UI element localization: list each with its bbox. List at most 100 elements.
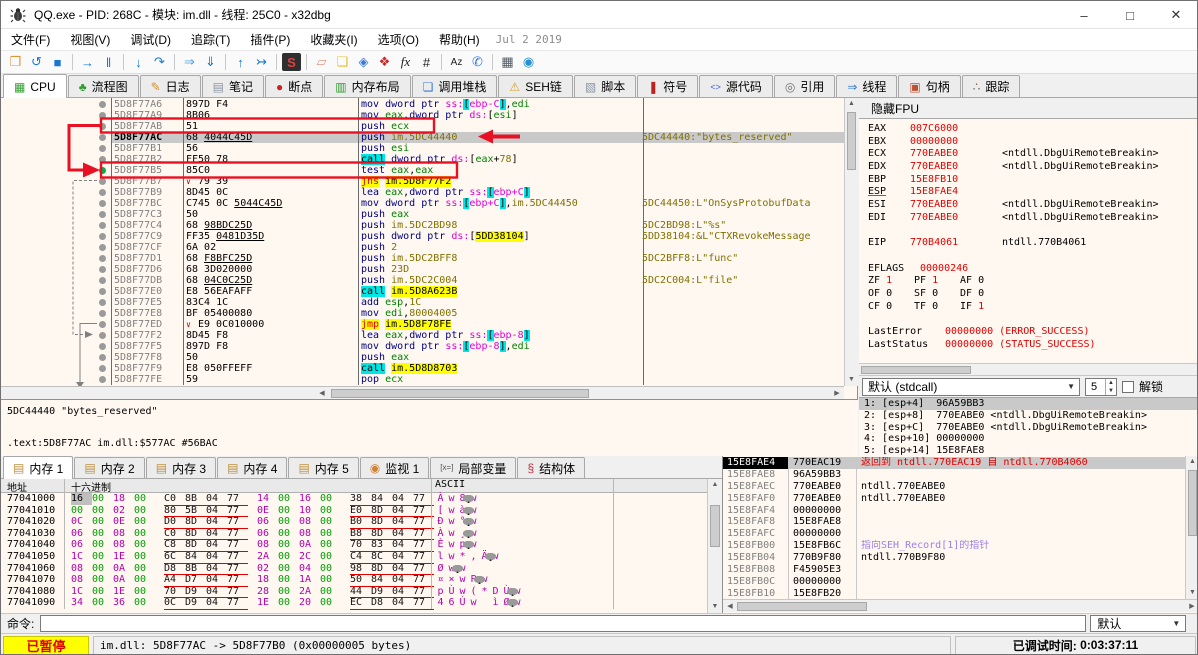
dump-byte[interactable]: 00 [278,586,299,598]
tab-memory-5[interactable]: ▤ 内存 5 [288,457,359,478]
tab-call-stack[interactable]: ❏ 调用堆栈 [411,75,498,97]
dump-byte[interactable]: 04 [392,597,413,609]
dump-byte[interactable]: 04 [392,551,413,563]
dump-row[interactable]: 77041080 1C 00 1E 00 70 D9 04 77 28 00 2A 00 44 D9 04 77… [1,586,707,599]
dump-byte[interactable]: EC [350,597,371,609]
tab-symbols[interactable]: ❚ 符号 [637,75,699,97]
options-globe-icon[interactable]: ◉ [518,52,539,72]
dump-byte[interactable]: 5B [185,505,206,517]
dump-byte[interactable]: 00 [278,563,299,575]
dump-byte[interactable]: 8D [371,528,392,540]
restart-icon[interactable]: ↺ [26,52,47,72]
disasm-vscrollbar[interactable]: ▲ ▼ [844,98,858,386]
tab-memory-2[interactable]: ▤ 内存 2 [74,457,145,478]
disasm-row[interactable]: 5D8F77AB 51 push ecx [1,121,844,132]
dump-byte[interactable]: 04 [206,528,227,540]
dump-byte[interactable]: 00 [320,574,341,586]
dump-byte[interactable]: 04 [299,563,320,575]
dump-byte[interactable]: 77 [227,586,248,598]
dump-byte[interactable]: B0 [350,516,371,528]
labels-icon[interactable]: ◈ [353,52,374,72]
dump-byte[interactable]: 00 [278,551,299,563]
dump-byte[interactable]: 04 [206,597,227,609]
row-dot[interactable] [99,189,106,196]
row-dot[interactable] [99,365,106,372]
dump-byte[interactable]: 77 [227,563,248,575]
stack-hscrollbar[interactable]: ◀ ▶ [723,599,1197,612]
dump-byte[interactable]: 04 [392,505,413,517]
disasm-row[interactable]: 5D8F77E5 83C4 1C add esp,1C [1,297,844,308]
tab-references[interactable]: ◎ 引用 [773,75,836,97]
dump-byte[interactable]: 00 [134,597,155,609]
dump-byte[interactable]: 00 [92,586,113,598]
breakpoint-dot[interactable] [99,167,106,174]
tab-trace[interactable]: ∴ 跟踪 [961,75,1021,97]
row-dot[interactable] [99,354,106,361]
disasm-row[interactable]: 5D8F77B7 ∨ 79 39 jns im.5D8F77F2 [1,176,844,187]
dump-byte[interactable]: D0 [164,516,185,528]
dump-byte[interactable]: 04 [392,539,413,551]
dump-row[interactable]: 77041030 06 00 08 00 C0 8D 04 77 06 00 08 00 B8 8D 04 77… [1,528,707,541]
call-argument-row[interactable]: 1: [esp+4] 96A59BB3 [859,398,1197,410]
dump-byte[interactable]: 38 [350,493,371,505]
menu-item[interactable]: 文件(F) [1,28,60,51]
tab-threads[interactable]: ⇒ 线程 [836,75,898,97]
disasm-row[interactable]: 5D8F77D6 68 3D020000 push 23D [1,264,844,275]
dump-row[interactable]: 77041090 34 00 36 00 0C D9 04 77 1E 00 20 00 EC D8 04 77… [1,597,707,610]
disasm-row[interactable]: 5D8F77C9 FF35 0481D35D push dword ptr ds:[… [1,231,844,242]
run-to-user-code-icon[interactable]: ↣ [251,52,272,72]
row-dot[interactable] [99,222,106,229]
dump-byte[interactable]: D7 [185,574,206,586]
dump-byte[interactable]: 77 [227,516,248,528]
row-dot[interactable] [99,123,106,130]
dump-byte[interactable]: 16 [299,493,320,505]
stack-row[interactable]: 15E8FB00 15E8FB6C 指向SEH_Record[1]的指针 [723,540,1185,553]
tab-script[interactable]: ▧ 脚本 [573,75,637,97]
attach-icon[interactable]: ✆ [467,52,488,72]
dump-byte[interactable]: 77 [227,505,248,517]
stack-row[interactable]: 15E8FAF8 15E8FAE8 [723,516,1185,529]
stack-row[interactable]: 15E8FAF4 00000000 [723,504,1185,517]
dump-byte[interactable]: 2C [299,551,320,563]
dump-byte[interactable]: C4 [350,551,371,563]
dump-byte[interactable]: 00 [134,574,155,586]
row-dot[interactable] [99,255,106,262]
menu-item[interactable]: 调试(D) [120,28,181,51]
disasm-row[interactable]: 5D8F77A9 8B06 mov eax,dword ptr ds:[esi] [1,110,844,121]
dump-row[interactable]: 77041060 08 00 0A 00 D8 8B 04 77 02 00 04 00 98 8D 04 77… [1,563,707,576]
row-dot[interactable] [99,277,106,284]
disasm-row[interactable]: 5D8F77B5 85C0 test eax,eax [1,165,844,176]
dump-byte[interactable]: 04 [206,516,227,528]
dump-byte[interactable]: 50 [350,574,371,586]
row-dot[interactable] [99,134,106,141]
call-argument-row[interactable]: 3: [esp+C] 770EABE0 <ntdll.DbgUiRemoteBr… [859,422,1197,434]
dump-row[interactable]: 77041000 16 00 18 00 C0 8B 04 77 14 00 16 00 38 84 04 77… [1,493,707,506]
disasm-row[interactable]: 5D8F77C3 50 push eax [1,209,844,220]
disasm-row[interactable]: 5D8F77F2 8D45 F8 lea eax,dword ptr ss:[ebp… [1,330,844,341]
row-dot[interactable] [99,332,106,339]
dump-byte[interactable]: 00 [320,516,341,528]
strings-icon[interactable]: Az [446,52,467,72]
dump-byte[interactable]: 00 [278,493,299,505]
dump-byte[interactable]: 04 [206,493,227,505]
row-dot[interactable] [99,244,106,251]
dump-byte[interactable]: 00 [278,505,299,517]
disasm-row[interactable]: 5D8F77FE 59 pop ecx [1,374,844,385]
disasm-hscrollbar[interactable]: ◀ ▶ [1,386,844,399]
dump-byte[interactable]: 1E [113,551,134,563]
menu-item[interactable]: 追踪(T) [181,28,240,51]
dump-byte[interactable]: 8D [371,516,392,528]
dump-byte[interactable]: 00 [278,597,299,609]
row-dot[interactable] [99,343,106,350]
dump-byte[interactable]: 00 [278,516,299,528]
dump-byte[interactable]: 6C [164,551,185,563]
stack-row[interactable]: 15E8FAFC 00000000 [723,528,1185,541]
dump-byte[interactable]: 00 [320,586,341,598]
disasm-row[interactable]: 5D8F77E8 BF 05400080 mov edi,80004005 [1,308,844,319]
dump-row[interactable]: 77041070 08 00 0A 00 A4 D7 04 77 18 00 1A 00 50 84 04 77… [1,574,707,587]
dump-byte[interactable]: 8D [371,505,392,517]
tab-watch-1[interactable]: ◉ 监视 1 [359,457,430,478]
dump-byte[interactable]: D9 [185,586,206,598]
dump-byte[interactable]: 36 [113,597,134,609]
dump-byte[interactable]: 84 [371,574,392,586]
